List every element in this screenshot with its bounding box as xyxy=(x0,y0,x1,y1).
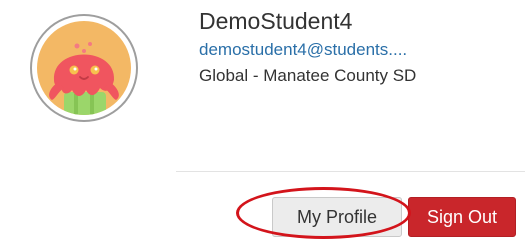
user-email-link[interactable]: demostudent4@students.... xyxy=(199,40,407,60)
user-organization: Global - Manatee County SD xyxy=(199,66,417,85)
sign-out-button[interactable]: Sign Out xyxy=(408,197,516,237)
user-name: DemoStudent4 xyxy=(199,8,353,34)
octopus-avatar-icon xyxy=(37,21,131,115)
avatar xyxy=(30,14,138,122)
my-profile-button[interactable]: My Profile xyxy=(272,197,402,237)
divider xyxy=(176,171,525,172)
